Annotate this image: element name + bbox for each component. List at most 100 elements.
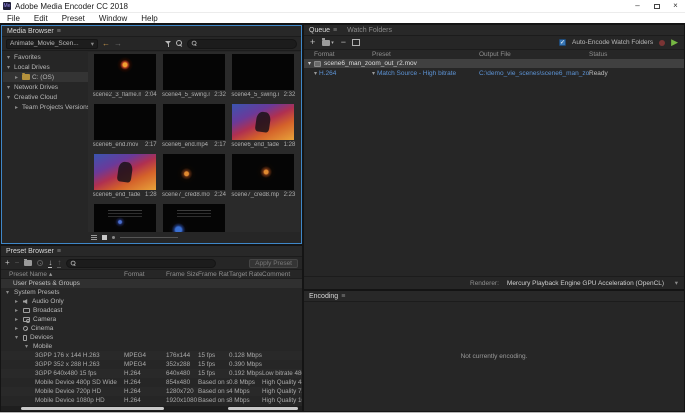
stop-queue-button[interactable]	[659, 40, 665, 46]
back-icon[interactable]	[102, 40, 110, 48]
preset-group-user[interactable]: User Presets & Groups	[1, 279, 302, 288]
media-item[interactable]: scene6_end_fade.mov1:28	[229, 104, 298, 154]
thumbnail-view-icon[interactable]	[102, 235, 107, 240]
job-format-link[interactable]: H.264	[319, 70, 336, 77]
chevron-down-icon[interactable]	[7, 64, 12, 71]
col-comment[interactable]: Comment	[262, 271, 302, 278]
remove-source-button[interactable]	[341, 38, 346, 47]
maximize-button[interactable]	[647, 0, 666, 12]
start-queue-button[interactable]	[671, 38, 678, 47]
preset-search-input[interactable]	[79, 260, 212, 267]
preset-row[interactable]: 3GPP 640x480 15 fps H.264 640x480 15 fps…	[1, 369, 302, 378]
tree-item-team-projects[interactable]: Team Projects Versions	[3, 102, 88, 112]
duplicate-button[interactable]	[353, 40, 359, 45]
tree-item-c-drive[interactable]: C: (OS)	[3, 72, 88, 82]
chevron-right-icon[interactable]	[15, 316, 20, 323]
chevron-down-icon[interactable]	[7, 84, 12, 91]
chevron-down-icon[interactable]	[6, 289, 11, 296]
add-source-button[interactable]	[310, 38, 315, 47]
chevron-right-icon[interactable]	[15, 307, 20, 314]
tree-item-local-drives[interactable]: Local Drives	[3, 62, 88, 72]
preset-row[interactable]: Mobile Device 480p SD Wide H.264 854x480…	[1, 378, 302, 387]
forward-icon[interactable]	[114, 40, 122, 48]
apply-preset-button[interactable]: Apply Preset	[249, 259, 298, 268]
media-search-input[interactable]	[200, 40, 293, 47]
chevron-right-icon[interactable]	[15, 298, 20, 305]
tree-item-network-drives[interactable]: Network Drives	[3, 82, 88, 92]
menu-file[interactable]: File	[0, 14, 27, 23]
media-item[interactable]: scene4_5_swing.mp42:32	[229, 54, 298, 104]
tab-media-browser[interactable]: Media Browser	[2, 26, 66, 37]
tree-item-favorites[interactable]: Favorites	[3, 52, 88, 62]
preset-row[interactable]: 3GPP 352 x 288 H.263 MPEG4 352x288 15 fp…	[1, 360, 302, 369]
chevron-down-icon[interactable]	[314, 70, 317, 77]
media-item[interactable]: scene6_end.mov2:17	[90, 104, 159, 154]
menu-window[interactable]: Window	[92, 14, 134, 23]
tab-queue[interactable]: Queue	[304, 25, 342, 36]
col-preset-name[interactable]: Preset Name	[9, 271, 47, 278]
chevron-down-icon[interactable]	[25, 343, 30, 350]
panel-menu-icon[interactable]	[333, 27, 337, 34]
tab-preset-browser[interactable]: Preset Browser	[1, 246, 66, 257]
chevron-down-icon[interactable]	[7, 54, 12, 61]
panel-menu-icon[interactable]	[57, 248, 61, 255]
new-group-icon[interactable]	[24, 260, 32, 266]
preset-category-audio-only[interactable]: Audio Only	[1, 297, 302, 306]
media-item[interactable]: scene7_cred8.mov2:24	[159, 154, 228, 204]
media-item[interactable]	[90, 204, 159, 232]
scrollbar-thumb[interactable]	[228, 407, 298, 410]
panel-menu-icon[interactable]	[341, 293, 345, 300]
menu-edit[interactable]: Edit	[27, 14, 55, 23]
zoom-slider-track[interactable]	[120, 237, 178, 238]
preset-row[interactable]: 3GPP 176 x 144 H.263 MPEG4 176x144 15 fp…	[1, 351, 302, 360]
preset-category-camera[interactable]: Camera	[1, 315, 302, 324]
queue-source-row[interactable]: scene6_man_zoom_out_r2.mov	[304, 59, 684, 68]
remove-preset-button[interactable]	[15, 259, 20, 267]
list-view-icon[interactable]	[91, 235, 97, 240]
col-frame-size[interactable]: Frame Size	[166, 271, 198, 278]
minimize-button[interactable]: –	[628, 0, 647, 12]
export-preset-icon[interactable]	[57, 259, 61, 268]
tab-encoding[interactable]: Encoding	[304, 291, 350, 302]
preset-category-devices[interactable]: Devices	[1, 333, 302, 342]
media-item[interactable]: scene2_3_flame.mp42:04	[90, 54, 159, 104]
tree-item-creative-cloud[interactable]: Creative Cloud	[3, 92, 88, 102]
col-frame-rate[interactable]: Frame Rate	[198, 271, 229, 278]
preset-category-cinema[interactable]: Cinema	[1, 324, 302, 333]
media-item[interactable]	[159, 204, 228, 232]
preset-subcategory-mobile[interactable]: Mobile	[1, 342, 302, 351]
chevron-right-icon[interactable]	[15, 74, 20, 81]
preset-row[interactable]: Mobile Device 720p HD H.264 1280x720 Bas…	[1, 387, 302, 396]
chevron-right-icon[interactable]	[15, 325, 20, 332]
chevron-down-icon[interactable]	[308, 60, 311, 67]
chevron-right-icon[interactable]	[15, 104, 18, 111]
zoom-slider-handle[interactable]	[112, 236, 115, 239]
media-item[interactable]: scene6_end.mp42:17	[159, 104, 228, 154]
panel-menu-icon[interactable]	[57, 28, 61, 35]
job-preset-link[interactable]: Match Source - High bitrate	[377, 70, 456, 77]
preset-settings-icon[interactable]	[37, 260, 43, 266]
filter-icon[interactable]	[165, 40, 172, 47]
col-target-rate[interactable]: Target Rate	[229, 271, 262, 278]
tab-watch-folders[interactable]: Watch Folders	[342, 25, 397, 36]
media-item[interactable]: scene7_cred8.mp42:23	[229, 154, 298, 204]
preset-row[interactable]: Mobile Device 1080p HD H.264 1920x1080 B…	[1, 396, 302, 405]
preset-group-system[interactable]: System Presets	[1, 288, 302, 297]
media-item[interactable]: scene6_end_fade.mp41:28	[90, 154, 159, 204]
chevron-down-icon[interactable]	[372, 70, 375, 77]
scrollbar-thumb[interactable]	[21, 407, 164, 410]
media-item[interactable]: scene4_5_swing.mov2:32	[159, 54, 228, 104]
queue-job-row[interactable]: H.264 Match Source - High bitrate C:\dem…	[304, 68, 684, 78]
menu-help[interactable]: Help	[134, 14, 164, 23]
add-preset-button[interactable]	[5, 259, 10, 267]
zoom-icon[interactable]	[176, 40, 183, 47]
chevron-down-icon[interactable]	[15, 334, 20, 341]
close-button[interactable]: ×	[666, 0, 685, 12]
location-dropdown[interactable]: Animate_Movie_Scen...	[6, 39, 98, 49]
import-preset-icon[interactable]	[48, 259, 52, 268]
chevron-down-icon[interactable]	[7, 94, 12, 101]
auto-encode-checkbox[interactable]	[559, 39, 566, 46]
add-watch-folder-button[interactable]	[322, 40, 334, 46]
col-format[interactable]: Format	[124, 271, 166, 278]
renderer-dropdown[interactable]: Mercury Playback Engine GPU Acceleration…	[507, 279, 678, 287]
